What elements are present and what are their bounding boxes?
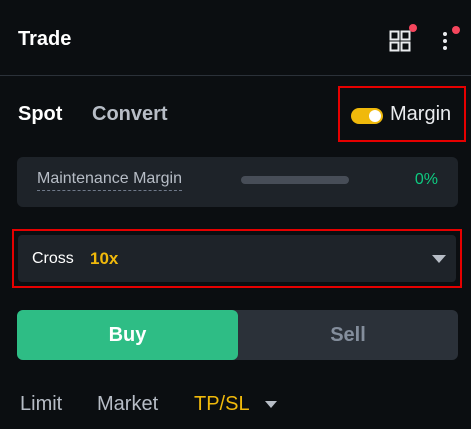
chevron-down-icon[interactable] (265, 401, 277, 408)
buy-sell-switch: Buy Sell (17, 310, 458, 360)
trade-header: Trade (0, 0, 471, 76)
margin-mode-label: Cross (32, 250, 74, 267)
tab-tpsl[interactable]: TP/SL (194, 393, 250, 416)
tab-limit[interactable]: Limit (20, 393, 62, 416)
sell-button[interactable]: Sell (238, 310, 458, 360)
trade-panel: Trade Spot Convert Margin Maintenance Ma… (0, 0, 471, 429)
more-vertical-icon[interactable] (440, 30, 450, 52)
maintenance-margin-label[interactable]: Maintenance Margin (37, 170, 182, 191)
tab-convert[interactable]: Convert (92, 103, 168, 126)
margin-toggle[interactable] (351, 108, 383, 124)
margin-toggle-highlight: Margin (338, 86, 466, 142)
margin-label[interactable]: Margin (390, 103, 451, 126)
margin-mode-select[interactable]: Cross 10x (18, 235, 456, 282)
grid-icon[interactable] (389, 30, 411, 52)
maintenance-margin-bar (241, 176, 349, 184)
cross-select-highlight: Cross 10x (12, 229, 462, 288)
maintenance-margin-value: 0% (414, 171, 438, 188)
toggle-knob (369, 110, 381, 122)
leverage-value: 10x (90, 249, 119, 268)
chevron-down-icon (432, 255, 446, 263)
tab-market[interactable]: Market (97, 393, 158, 416)
page-title: Trade (18, 28, 72, 50)
notification-dot (409, 24, 417, 32)
notification-dot (452, 26, 460, 34)
maintenance-margin-box: Maintenance Margin 0% (17, 157, 458, 207)
tab-spot[interactable]: Spot (18, 103, 62, 126)
buy-button[interactable]: Buy (17, 310, 238, 360)
